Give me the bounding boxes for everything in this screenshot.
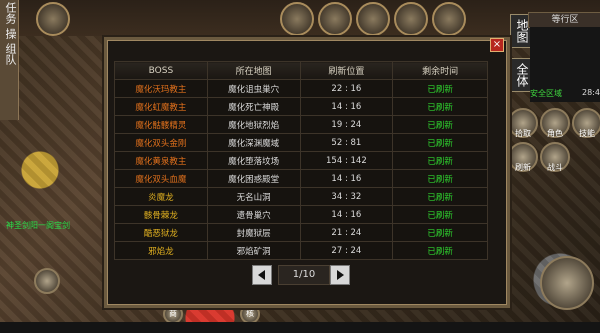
ranking-icon[interactable] (432, 2, 466, 36)
header-remaining-time: 剩余时间 (392, 61, 488, 80)
bottom-status-bar (0, 322, 600, 333)
close-icon[interactable]: × (490, 38, 504, 52)
boss-time: 已刷新 (392, 151, 488, 170)
boss-time: 已刷新 (392, 223, 488, 242)
event-icon[interactable] (356, 2, 390, 36)
skill-label: 角色 (547, 129, 563, 138)
boss-position: 154 : 142 (299, 151, 394, 170)
pickup-icon[interactable]: 拾取 (508, 108, 538, 138)
boss-time: 已刷新 (392, 241, 488, 260)
table-row[interactable]: 魔化骷髅精灵 魔化地狱烈焰 19 : 24 已刷新 (114, 115, 488, 134)
chevron-left-icon (258, 270, 265, 280)
boss-name: 邪焰龙 (114, 241, 208, 260)
header-map: 所在地图 (206, 61, 301, 80)
refresh-icon[interactable]: 刷新 (508, 142, 538, 172)
boss-map: 无名山洞 (206, 187, 301, 206)
boss-time: 已刷新 (392, 115, 488, 134)
minimap-title: 等行区 (528, 12, 600, 28)
header-position: 刷新位置 (299, 61, 394, 80)
boss-name: 魔化沃玛教主 (114, 79, 208, 98)
prev-page-button[interactable] (252, 265, 272, 285)
player-name-tag: 神圣剑阳一阁宝剑 (6, 221, 70, 230)
table-row[interactable]: 魔化双头金刚 魔化深渊魔域 52 : 81 已刷新 (114, 133, 488, 152)
left-tab-team[interactable]: 组队 (0, 41, 20, 67)
boss-map: 遗骨巢穴 (206, 205, 301, 224)
skill-label: 拾取 (515, 129, 531, 138)
next-page-button[interactable] (330, 265, 350, 285)
table-row[interactable]: 骸骨棘龙 遗骨巢穴 14 : 16 已刷新 (114, 205, 488, 224)
boss-name: 魔化双头金刚 (114, 133, 208, 152)
boss-time: 已刷新 (392, 133, 488, 152)
boss-name: 魔化骷髅精灵 (114, 115, 208, 134)
left-side-tabs: 任务 操 组队 (0, 0, 19, 120)
boss-map: 魔化困惑殿堂 (206, 169, 301, 188)
chevron-right-icon (337, 270, 344, 280)
table-row[interactable]: 邪焰龙 邪焰矿洞 27 : 24 已刷新 (114, 241, 488, 260)
skill-label: 技能 (579, 129, 595, 138)
boss-map: 魔化死亡神殿 (206, 97, 301, 116)
boss-position: 14 : 16 (299, 205, 394, 224)
table-row[interactable]: 魔化黄泉教主 魔化堕落坟场 154 : 142 已刷新 (114, 151, 488, 170)
table-row[interactable]: 魔化沃玛教主 魔化诅虫巢穴 22 : 16 已刷新 (114, 79, 488, 98)
bottom-right-label: 核 (246, 309, 254, 318)
table-row[interactable]: 炎魔龙 无名山洞 34 : 32 已刷新 (114, 187, 488, 206)
boss-position: 27 : 24 (299, 241, 394, 260)
table-row[interactable]: 魔化双头血魔 魔化困惑殿堂 14 : 16 已刷新 (114, 169, 488, 188)
treasure-icon[interactable] (318, 2, 352, 36)
boss-map: 封魔狱层 (206, 223, 301, 242)
tab-all[interactable]: 全体 (510, 58, 532, 92)
boss-time: 已刷新 (392, 205, 488, 224)
bottom-left-label: 商 (169, 309, 177, 318)
activity-icon[interactable] (280, 2, 314, 36)
boss-position: 21 : 24 (299, 223, 394, 242)
boss-position: 19 : 24 (299, 115, 394, 134)
boss-time: 已刷新 (392, 187, 488, 206)
boss-position: 52 : 81 (299, 133, 394, 152)
skill-icon[interactable]: 技能 (572, 108, 600, 138)
boss-time: 已刷新 (392, 169, 488, 188)
boss-time: 已刷新 (392, 79, 488, 98)
left-tab-operate[interactable]: 操 (0, 26, 20, 41)
buff-icon (36, 2, 70, 36)
boss-name: 魔化双头血魔 (114, 169, 208, 188)
boss-map: 魔化地狱烈焰 (206, 115, 301, 134)
boss-name: 魔化虹魔教主 (114, 97, 208, 116)
boss-map: 邪焰矿洞 (206, 241, 301, 260)
character-icon[interactable]: 角色 (540, 108, 570, 138)
shop-icon[interactable] (394, 2, 428, 36)
boss-name: 酷恶狱龙 (114, 223, 208, 242)
pagination: 1/10 (252, 265, 352, 285)
boss-position: 22 : 16 (299, 79, 394, 98)
skill-label: 战斗 (547, 163, 563, 172)
boss-name: 骸骨棘龙 (114, 205, 208, 224)
attack-sword-icon[interactable] (540, 256, 594, 310)
coords-label: 28:40 (582, 88, 600, 97)
boss-name: 魔化黄泉教主 (114, 151, 208, 170)
walk-icon[interactable] (34, 268, 60, 294)
table-row[interactable]: 魔化虹魔教主 魔化死亡神殿 14 : 16 已刷新 (114, 97, 488, 116)
boss-map: 魔化深渊魔域 (206, 133, 301, 152)
boss-map: 魔化诅虫巢穴 (206, 79, 301, 98)
table-header-row: BOSS 所在地图 刷新位置 剩余时间 (114, 61, 488, 80)
skill-label: 刷新 (515, 163, 531, 172)
left-tab-quest[interactable]: 任务 (0, 0, 20, 26)
table-row[interactable]: 酷恶狱龙 封魔狱层 21 : 24 已刷新 (114, 223, 488, 242)
boss-map: 魔化堕落坟场 (206, 151, 301, 170)
boss-position: 34 : 32 (299, 187, 394, 206)
battle-icon[interactable]: 战斗 (540, 142, 570, 172)
boss-position: 14 : 16 (299, 169, 394, 188)
header-boss: BOSS (114, 61, 208, 80)
boss-table: BOSS 所在地图 刷新位置 剩余时间 魔化沃玛教主 魔化诅虫巢穴 22 : 16 已… (114, 61, 488, 260)
boss-time: 已刷新 (392, 97, 488, 116)
boss-name: 炎魔龙 (114, 187, 208, 206)
page-indicator: 1/10 (278, 265, 330, 285)
boss-position: 14 : 16 (299, 97, 394, 116)
safe-zone-label: 安全区域 (530, 89, 562, 98)
